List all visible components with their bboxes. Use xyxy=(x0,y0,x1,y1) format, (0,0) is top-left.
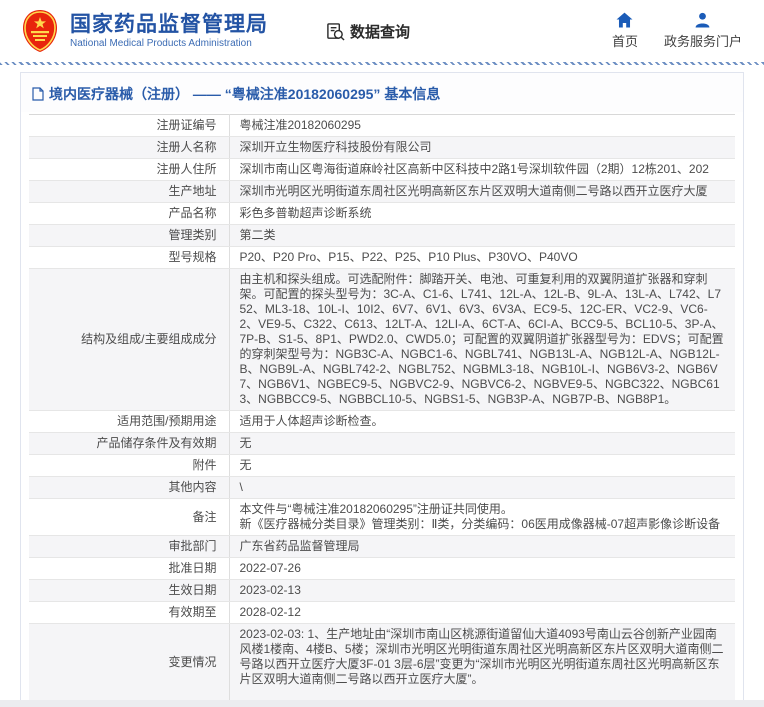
top-nav: 首页 政务服务门户 xyxy=(612,12,742,50)
table-row-remarks: 备注 本文件与“粤械注准20182060295”注册证共同使用。 新《医疗器械分… xyxy=(29,498,735,536)
row-label: 附件 xyxy=(29,454,230,477)
row-value: 彩色多普勒超声诊断系统 xyxy=(229,202,735,225)
row-value: 广东省药品监督管理局 xyxy=(229,535,735,558)
document-icon xyxy=(32,87,44,101)
nav-home[interactable]: 首页 xyxy=(612,12,638,50)
row-label: 有效期至 xyxy=(29,601,230,624)
table-row-approval-date: 批准日期 2022-07-26 xyxy=(29,557,735,580)
table-row-effective-date: 生效日期 2023-02-13 xyxy=(29,579,735,602)
row-value: 深圳开立生物医疗科技股份有限公司 xyxy=(229,136,735,159)
nav-home-label: 首页 xyxy=(611,34,638,49)
table-row-reg-cert-no: 注册证编号 粤械注准20182060295 xyxy=(29,114,735,137)
table-row-structure-composition: 结构及组成/主要组成成分 由主机和探头组成。可选配附件：脚踏开关、电池、可重复利… xyxy=(29,268,735,411)
table-row-intended-use: 适用范围/预期用途 适用于人体超声诊断检查。 xyxy=(29,410,735,433)
row-value: 由主机和探头组成。可选配附件：脚踏开关、电池、可重复利用的双翼阴道扩张器和穿刺架… xyxy=(229,268,735,411)
org-names: 国家药品监督管理局 National Medical Products Admi… xyxy=(70,13,268,49)
document-search-icon xyxy=(327,22,345,41)
row-label: 注册证编号 xyxy=(29,114,230,137)
page-title-bar: 境内医疗器械（注册） —— “粤械注准20182060295” 基本信息 xyxy=(21,73,743,112)
table-row-production-address: 生产地址 深圳市光明区光明街道东周社区光明高新区东片区双明大道南侧二号路以西开立… xyxy=(29,180,735,203)
user-icon xyxy=(696,12,710,28)
table-row-other-content: 其他内容 \ xyxy=(29,476,735,499)
row-value: 2028-02-12 xyxy=(229,601,735,624)
page-footer-strip xyxy=(0,700,764,707)
row-label: 产品储存条件及有效期 xyxy=(29,432,230,455)
info-table: 注册证编号 粤械注准20182060295 注册人名称 深圳开立生物医疗科技股份… xyxy=(29,114,735,707)
table-row-model-spec: 型号规格 P20、P20 Pro、P15、P22、P25、P10 Plus、P3… xyxy=(29,246,735,269)
row-value: 深圳市光明区光明街道东周社区光明高新区东片区双明大道南侧二号路以西开立医疗大厦 xyxy=(229,180,735,203)
page-title: 境内医疗器械（注册） —— “粤械注准20182060295” 基本信息 xyxy=(49,86,441,102)
row-label: 备注 xyxy=(29,498,230,536)
table-row-change-history: 变更情况 2023-02-03: 1、生产地址由“深圳市南山区桃源街道留仙大道4… xyxy=(29,623,735,702)
info-table-wrap: 注册证编号 粤械注准20182060295 注册人名称 深圳开立生物医疗科技股份… xyxy=(21,112,743,707)
row-label: 产品名称 xyxy=(29,202,230,225)
row-value: 本文件与“粤械注准20182060295”注册证共同使用。 新《医疗器械分类目录… xyxy=(229,498,735,536)
nav-gov-portal[interactable]: 政务服务门户 xyxy=(664,12,742,50)
row-label: 注册人名称 xyxy=(29,136,230,159)
row-label: 变更情况 xyxy=(29,623,230,702)
row-label: 审批部门 xyxy=(29,535,230,558)
row-value: 2023-02-13 xyxy=(229,579,735,602)
data-query-label: 数据查询 xyxy=(350,23,411,41)
row-value: 无 xyxy=(229,432,735,455)
table-row-registrant-address: 注册人住所 深圳市南山区粤海街道麻岭社区高新中区科技中2路1号深圳软件园（2期）… xyxy=(29,158,735,181)
row-value: 适用于人体超声诊断检查。 xyxy=(229,410,735,433)
row-label: 批准日期 xyxy=(29,557,230,580)
row-label: 生效日期 xyxy=(29,579,230,602)
row-value: 无 xyxy=(229,454,735,477)
row-label: 其他内容 xyxy=(29,476,230,499)
row-value: 2023-02-03: 1、生产地址由“深圳市南山区桃源街道留仙大道4093号南… xyxy=(229,623,735,702)
home-icon xyxy=(617,12,633,28)
row-label: 型号规格 xyxy=(29,246,230,269)
content-box: 境内医疗器械（注册） —— “粤械注准20182060295” 基本信息 注册证… xyxy=(20,72,744,707)
table-row-product-name: 产品名称 彩色多普勒超声诊断系统 xyxy=(29,202,735,225)
row-label: 注册人住所 xyxy=(29,158,230,181)
row-label: 生产地址 xyxy=(29,180,230,203)
nmpa-logo: 国家药品监督管理局 National Medical Products Admi… xyxy=(22,9,268,53)
row-value: 2022-07-26 xyxy=(229,557,735,580)
org-name-en: National Medical Products Administration xyxy=(70,38,252,49)
row-label: 管理类别 xyxy=(29,224,230,247)
nav-gov-portal-label: 政务服务门户 xyxy=(663,34,742,49)
row-value: \ xyxy=(229,476,735,499)
table-row-management-class: 管理类别 第二类 xyxy=(29,224,735,247)
org-name-cn: 国家药品监督管理局 xyxy=(70,13,268,36)
table-row-attachments: 附件 无 xyxy=(29,454,735,477)
table-row-approval-department: 审批部门 广东省药品监督管理局 xyxy=(29,535,735,558)
row-label: 适用范围/预期用途 xyxy=(29,410,230,433)
row-value: P20、P20 Pro、P15、P22、P25、P10 Plus、P30VO、P… xyxy=(229,246,735,269)
table-row-storage-validity: 产品储存条件及有效期 无 xyxy=(29,432,735,455)
table-row-expiry-date: 有效期至 2028-02-12 xyxy=(29,601,735,624)
row-label: 结构及组成/主要组成成分 xyxy=(29,268,230,411)
table-row-registrant-name: 注册人名称 深圳开立生物医疗科技股份有限公司 xyxy=(29,136,735,159)
row-value: 粤械注准20182060295 xyxy=(229,114,735,137)
header-divider xyxy=(0,62,764,65)
row-value: 深圳市南山区粤海街道麻岭社区高新中区科技中2路1号深圳软件园（2期）12栋201… xyxy=(229,158,735,181)
national-emblem-icon xyxy=(23,10,57,52)
nav-data-query[interactable]: 数据查询 xyxy=(326,21,410,42)
site-header: 国家药品监督管理局 National Medical Products Admi… xyxy=(0,0,764,62)
row-value: 第二类 xyxy=(229,224,735,247)
